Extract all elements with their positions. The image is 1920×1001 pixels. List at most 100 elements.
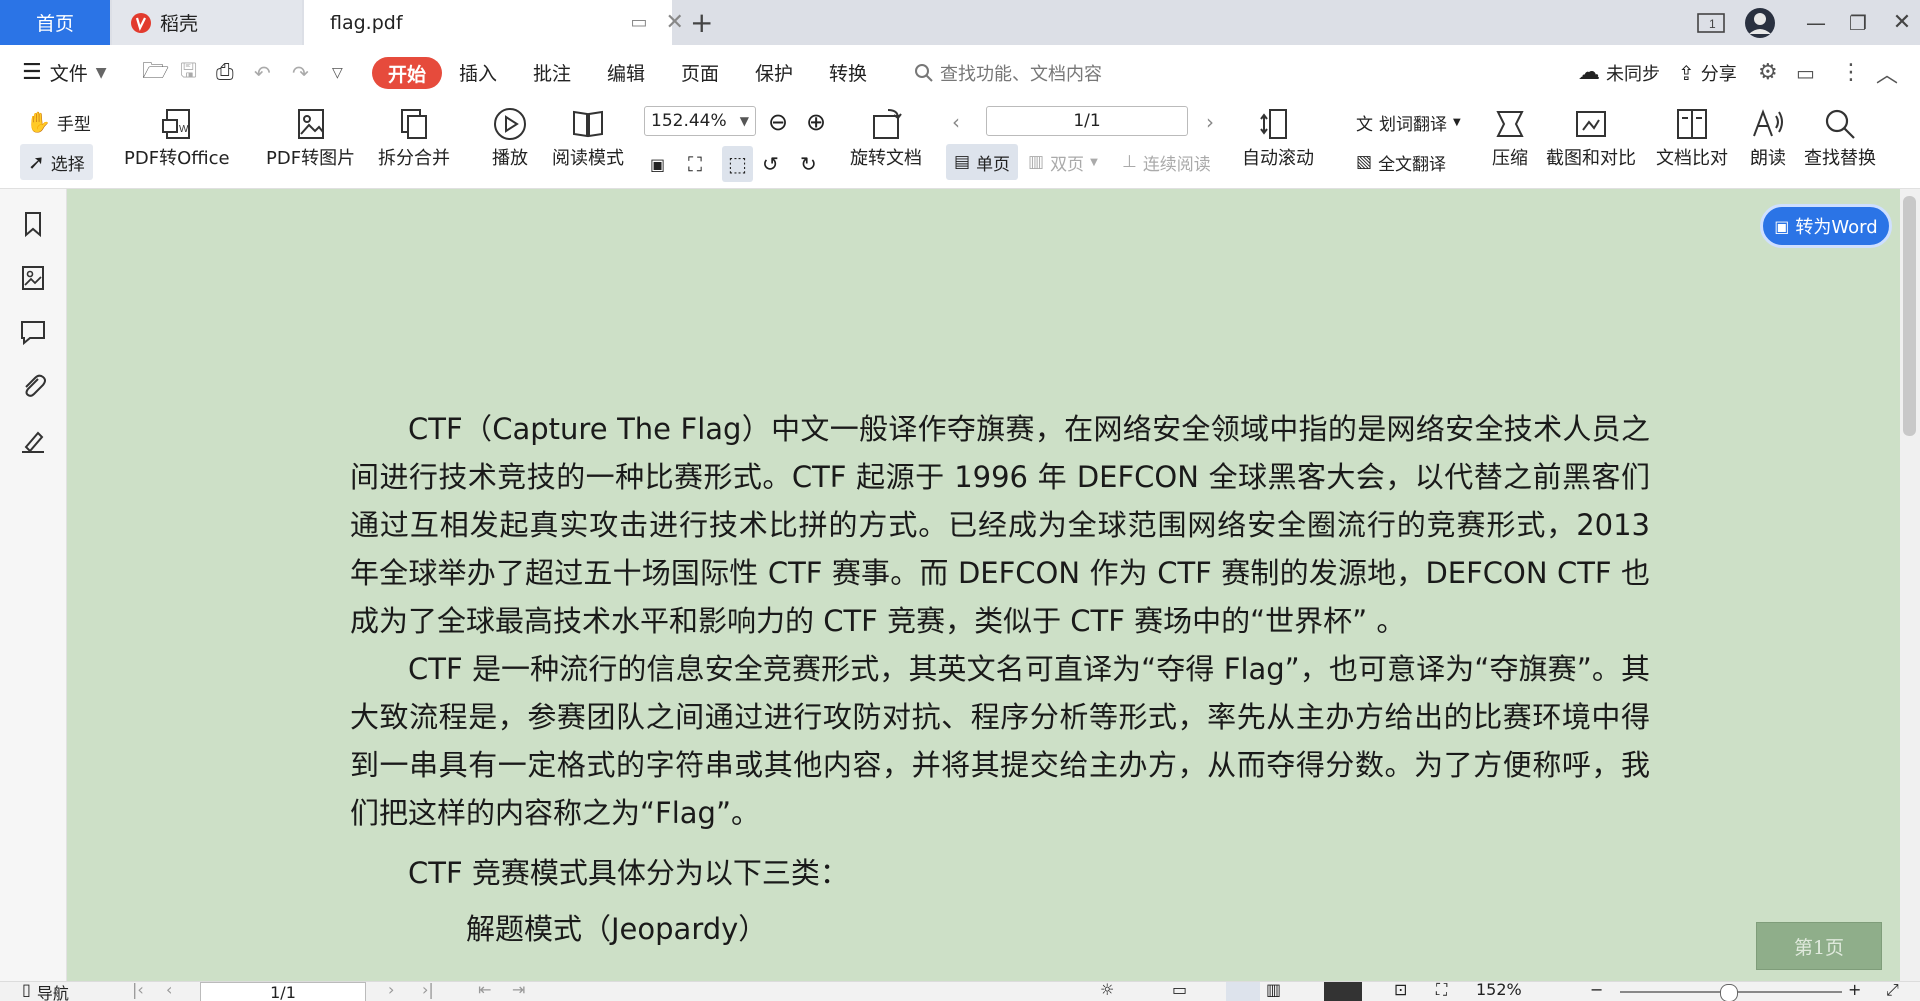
status-page-input[interactable]: 1/1 [200,982,366,1001]
tab-convert[interactable]: 转换 [829,45,867,100]
settings-gear-icon[interactable]: ⚙ [1758,45,1778,100]
screenshot-compare-label: 截图和对比 [1546,148,1636,169]
read-mode-button[interactable]: 阅读模式 [552,104,624,170]
tab-page[interactable]: 页面 [681,45,719,100]
more-options-icon[interactable]: ⋮ [1840,45,1862,100]
zoom-out-icon[interactable]: − [1590,982,1603,999]
fullscreen-icon[interactable]: ⛶ [1436,982,1447,1000]
scrollbar-thumb[interactable] [1903,196,1916,436]
page-count-icon[interactable]: 1 [1688,0,1736,45]
fit-page-icon[interactable]: ⛶ [688,146,702,182]
sync-label: 未同步 [1606,63,1660,85]
thumbnail-icon[interactable] [18,263,48,293]
double-page-mode-icon[interactable]: ▥ [1266,982,1281,999]
bookmark-icon[interactable] [18,209,48,239]
zoom-select[interactable]: 152.44% ▼ [644,106,756,136]
doc-compare-button[interactable]: 文档比对 [1656,104,1728,170]
feature-search-placeholder: 查找功能、文档内容 [940,63,1102,85]
split-merge-button[interactable]: 拆分合并 [378,104,450,170]
minimize-icon[interactable]: — [1792,0,1840,45]
tab-flag-pdf[interactable]: flag.pdf ▭ ✕ [304,0,684,45]
open-folder-icon[interactable]: 🗁 [142,45,169,100]
feature-search[interactable]: 查找功能、文档内容 [914,45,1102,100]
undo-icon[interactable]: ↶ [254,45,271,100]
play-mode-icon[interactable] [1324,982,1362,1001]
double-page-button[interactable]: ▥ 双页 ▼ [1028,144,1098,180]
screenshot-compare-button[interactable]: 截图和对比 [1546,104,1636,170]
single-page-button[interactable]: ▤ 单页 [946,144,1019,180]
rotate-right-icon[interactable]: ↻ [800,146,817,182]
find-replace-button[interactable]: 查找替换 [1804,104,1876,170]
redo-icon[interactable]: ↷ [292,45,309,100]
zoom-in-icon[interactable]: + [1848,982,1861,999]
continuous-read-button[interactable]: ⊥ 连续阅读 [1122,144,1211,180]
tab-daoke[interactable]: 稻壳 [112,0,302,45]
rotate-left-icon[interactable]: ↺ [762,146,779,182]
tab-annotate[interactable]: 批注 [533,45,571,100]
full-translate-button[interactable]: ▧ 全文翻译 [1356,144,1446,180]
actual-size-icon[interactable]: ▣ [650,146,665,182]
first-page-icon[interactable]: |‹ [132,982,144,999]
status-zoom[interactable]: 152% [1476,982,1522,999]
expand-icon[interactable]: ⤢ [1886,982,1899,1000]
tab-protect[interactable]: 保护 [755,45,793,100]
compress-button[interactable]: 压缩 [1490,104,1530,170]
tab-start[interactable]: 开始 [372,57,443,89]
pdf-to-image-button[interactable]: PDF转图片 [266,104,355,170]
back-icon[interactable]: ⇤ [478,982,491,999]
cloud-icon: ☁ [1578,60,1600,85]
pdf-to-office-button[interactable]: W PDF转Office [124,104,230,170]
share-button[interactable]: ⇪ 分享 [1678,45,1737,100]
find-replace-icon [1820,104,1860,144]
collapse-ribbon-icon[interactable]: ︿ [1876,45,1898,100]
next-page-icon[interactable]: › [1206,104,1214,140]
restore-icon[interactable]: ❐ [1834,0,1882,45]
tab-insert[interactable]: 插入 [459,45,497,100]
prev-page-icon[interactable]: ‹ [952,104,960,140]
single-page-mode-icon[interactable] [1226,982,1260,1001]
close-tab-icon[interactable]: ✕ [666,10,684,35]
avatar[interactable] [1736,0,1784,45]
print-icon[interactable]: ⎙ [216,45,234,100]
last-page-icon[interactable]: ›| [422,982,434,999]
document-view[interactable]: CTF（Capture The Flag）中文一般译作夺旗赛，在网络安全领域中指… [67,189,1900,981]
translate-icon: 文 [1356,114,1373,135]
signature-icon[interactable] [18,425,48,455]
fit-icon[interactable]: ⊡ [1394,982,1407,999]
tab-daoke-label: 稻壳 [160,13,199,35]
forward-icon[interactable]: ⇥ [512,982,525,999]
comment-icon[interactable]: ▭ [1796,45,1815,100]
customize-dropdown-icon[interactable]: ▽ [332,45,343,100]
select-tool-button[interactable]: ➚ 选择 [20,144,93,180]
zoom-slider-handle[interactable] [1720,984,1738,1001]
doc-compare-icon [1672,104,1712,144]
close-window-icon[interactable]: ✕ [1878,0,1920,45]
sync-status[interactable]: ☁ 未同步 [1578,45,1660,100]
word-translate-button[interactable]: 文 划词翻译 ▼ [1356,104,1461,140]
tab-home-label: 首页 [35,13,74,35]
layout-icon[interactable]: ▭ [1172,982,1187,999]
convert-to-word-button[interactable]: ▣ 转为Word [1760,204,1892,248]
page-number-input[interactable]: 1/1 [986,106,1188,136]
hand-tool-button[interactable]: ✋ 手型 [26,104,91,140]
tab-home[interactable]: 首页 [0,0,110,45]
comment-list-icon[interactable] [18,317,48,347]
play-button[interactable]: 播放 [490,104,530,170]
brightness-icon[interactable]: ☼ [1100,982,1114,999]
tab-edit[interactable]: 编辑 [607,45,645,100]
read-aloud-button[interactable]: 朗读 [1748,104,1788,170]
next-page-icon[interactable]: › [388,982,394,999]
monitor-icon[interactable]: ▭ [631,12,648,33]
compress-label: 压缩 [1492,148,1528,169]
zoom-out-icon[interactable]: ⊖ [768,104,788,140]
zoom-in-icon[interactable]: ⊕ [806,104,826,140]
save-icon[interactable]: 🖫 [180,45,197,100]
prev-page-icon[interactable]: ‹ [166,982,172,999]
rotate-doc-button[interactable]: 旋转文档 [850,104,922,170]
file-menu[interactable]: ☰ 文件 ▼ [22,45,107,100]
new-tab-icon[interactable]: + [690,6,713,39]
fit-width-icon[interactable]: ⬚ [722,146,753,182]
auto-scroll-button[interactable]: 自动滚动 [1242,104,1314,170]
attachment-icon[interactable] [18,371,48,401]
navigation-toggle[interactable]: ▯ 导航 [22,982,69,1001]
